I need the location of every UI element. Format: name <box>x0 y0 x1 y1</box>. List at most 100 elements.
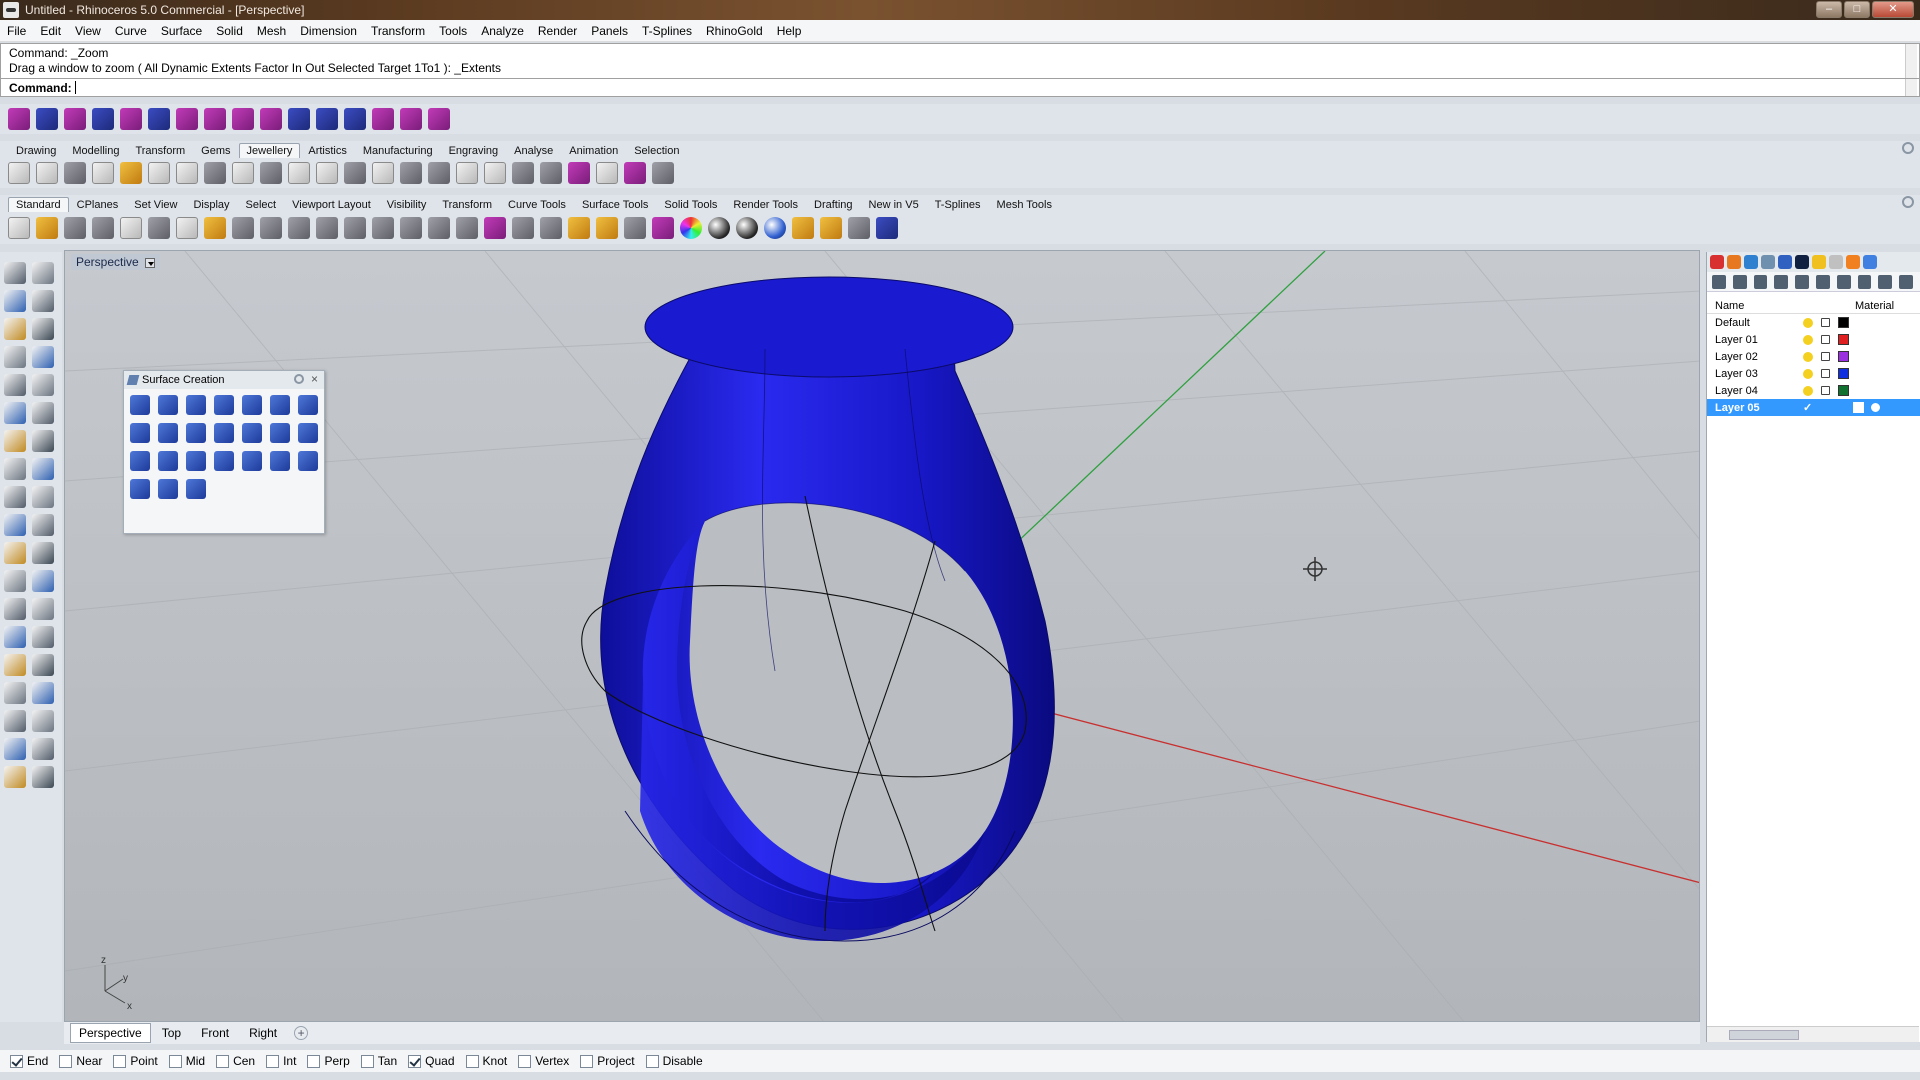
surface-tool-icon[interactable] <box>158 423 178 443</box>
osnap-checkbox[interactable] <box>307 1054 321 1068</box>
standard-tool-icon[interactable] <box>848 217 870 239</box>
osnap-near[interactable]: Near <box>59 1054 102 1068</box>
surface-tool-icon[interactable] <box>158 451 178 471</box>
modeling-tool-icon[interactable] <box>4 486 26 508</box>
menu-item-file[interactable]: File <box>0 20 33 42</box>
surface-tool-icon[interactable] <box>186 395 206 415</box>
modeling-tool-icon[interactable] <box>4 654 26 676</box>
layer-color-swatch[interactable] <box>1838 385 1849 396</box>
osnap-checkbox[interactable] <box>518 1054 532 1068</box>
standard-tool-icon[interactable] <box>344 217 366 239</box>
minimize-button[interactable]: – <box>1816 1 1842 18</box>
modeling-tool-icon[interactable] <box>4 710 26 732</box>
menu-item-panels[interactable]: Panels <box>584 20 635 42</box>
surface-tool-icon[interactable] <box>242 451 262 471</box>
layer-color-swatch[interactable] <box>1838 334 1849 345</box>
layer-tool-icon[interactable] <box>1795 274 1809 289</box>
osnap-disable[interactable]: Disable <box>645 1054 703 1068</box>
viewport-tab-front[interactable]: Front <box>192 1023 238 1043</box>
jewellery-tool-icon[interactable] <box>372 162 394 184</box>
perspective-viewport[interactable]: z y x Perspective <box>64 250 1700 1022</box>
standard-tool-icon[interactable] <box>316 217 338 239</box>
modeling-tool-icon[interactable] <box>32 766 54 788</box>
lightbulb-icon[interactable] <box>1803 385 1813 396</box>
maximize-button[interactable]: □ <box>1844 1 1870 18</box>
menu-item-tools[interactable]: Tools <box>432 20 474 42</box>
panel-tab-icon[interactable] <box>1863 255 1877 269</box>
osnap-checkbox[interactable] <box>408 1054 422 1068</box>
osnap-project[interactable]: Project <box>580 1054 635 1068</box>
command-line[interactable]: Command: <box>0 79 1920 97</box>
surface-tool-icon[interactable] <box>186 451 206 471</box>
tab-display[interactable]: Display <box>185 197 237 212</box>
panel-tab-icon[interactable] <box>1761 255 1775 269</box>
osnap-checkbox[interactable] <box>168 1054 182 1068</box>
menu-item-view[interactable]: View <box>68 20 108 42</box>
jewellery-tool-icon[interactable] <box>204 162 226 184</box>
standard-tool-icon[interactable] <box>652 217 674 239</box>
surface-tool-icon[interactable] <box>298 423 318 443</box>
modeling-tool-icon[interactable] <box>4 346 26 368</box>
layer-row[interactable]: Layer 05 ✓ <box>1707 399 1920 416</box>
modeling-tool-icon[interactable] <box>32 262 54 284</box>
osnap-knot[interactable]: Knot <box>465 1054 507 1068</box>
rhinogold-tool-icon[interactable] <box>400 108 422 130</box>
tab-curve-tools[interactable]: Curve Tools <box>500 197 574 212</box>
layer-row[interactable]: Layer 04 <box>1707 382 1920 399</box>
jewellery-tool-icon[interactable] <box>400 162 422 184</box>
osnap-checkbox[interactable] <box>266 1054 280 1068</box>
close-icon[interactable]: × <box>311 372 318 386</box>
standard-tool-icon[interactable] <box>176 217 198 239</box>
standard-tool-icon[interactable] <box>876 217 898 239</box>
gear-icon[interactable] <box>294 374 304 384</box>
modeling-tool-icon[interactable] <box>4 570 26 592</box>
modeling-tool-icon[interactable] <box>32 486 54 508</box>
surface-tool-icon[interactable] <box>270 423 290 443</box>
modeling-tool-icon[interactable] <box>32 542 54 564</box>
tab-surface-tools[interactable]: Surface Tools <box>574 197 656 212</box>
osnap-checkbox[interactable] <box>59 1054 73 1068</box>
standard-tool-icon[interactable] <box>92 217 114 239</box>
modeling-tool-icon[interactable] <box>32 402 54 424</box>
standard-tool-icon[interactable] <box>596 217 618 239</box>
modeling-tool-icon[interactable] <box>32 374 54 396</box>
modeling-tool-icon[interactable] <box>32 430 54 452</box>
surface-tool-icon[interactable] <box>214 451 234 471</box>
chevron-down-icon[interactable] <box>144 257 155 268</box>
panel-tab-icon[interactable] <box>1727 255 1741 269</box>
jewellery-tool-icon[interactable] <box>512 162 534 184</box>
menu-item-analyze[interactable]: Analyze <box>474 20 531 42</box>
osnap-checkbox[interactable] <box>10 1054 23 1068</box>
modeling-tool-icon[interactable] <box>32 290 54 312</box>
jewellery-tool-icon[interactable] <box>176 162 198 184</box>
jewellery-tool-icon[interactable] <box>260 162 282 184</box>
layer-row[interactable]: Default <box>1707 314 1920 331</box>
modeling-tool-icon[interactable] <box>32 346 54 368</box>
menu-item-solid[interactable]: Solid <box>209 20 250 42</box>
standard-tool-icon[interactable] <box>232 217 254 239</box>
osnap-point[interactable]: Point <box>113 1054 158 1068</box>
surface-tool-icon[interactable] <box>130 423 150 443</box>
modeling-tool-icon[interactable] <box>4 374 26 396</box>
modeling-tool-icon[interactable] <box>32 598 54 620</box>
menu-item-mesh[interactable]: Mesh <box>250 20 293 42</box>
osnap-checkbox[interactable] <box>465 1054 479 1068</box>
osnap-checkbox[interactable] <box>360 1054 374 1068</box>
jewellery-tool-icon[interactable] <box>36 162 58 184</box>
standard-tool-icon[interactable] <box>540 217 562 239</box>
surface-tool-icon[interactable] <box>130 395 150 415</box>
standard-tool-icon[interactable] <box>428 217 450 239</box>
standard-tool-icon[interactable] <box>680 217 702 239</box>
rhinogold-tool-icon[interactable] <box>288 108 310 130</box>
layer-color-swatch[interactable] <box>1838 351 1849 362</box>
scrollbar-thumb[interactable] <box>1729 1030 1799 1040</box>
jewellery-tool-icon[interactable] <box>568 162 590 184</box>
standard-tool-icon[interactable] <box>8 217 30 239</box>
surface-tool-icon[interactable] <box>214 423 234 443</box>
layer-color-swatch[interactable] <box>1853 402 1864 413</box>
tab-manufacturing[interactable]: Manufacturing <box>355 143 441 158</box>
layer-tool-icon[interactable] <box>1732 274 1747 289</box>
rhinogold-tool-icon[interactable] <box>344 108 366 130</box>
panel-tab-icon[interactable] <box>1846 255 1860 269</box>
surface-tool-icon[interactable] <box>214 395 234 415</box>
